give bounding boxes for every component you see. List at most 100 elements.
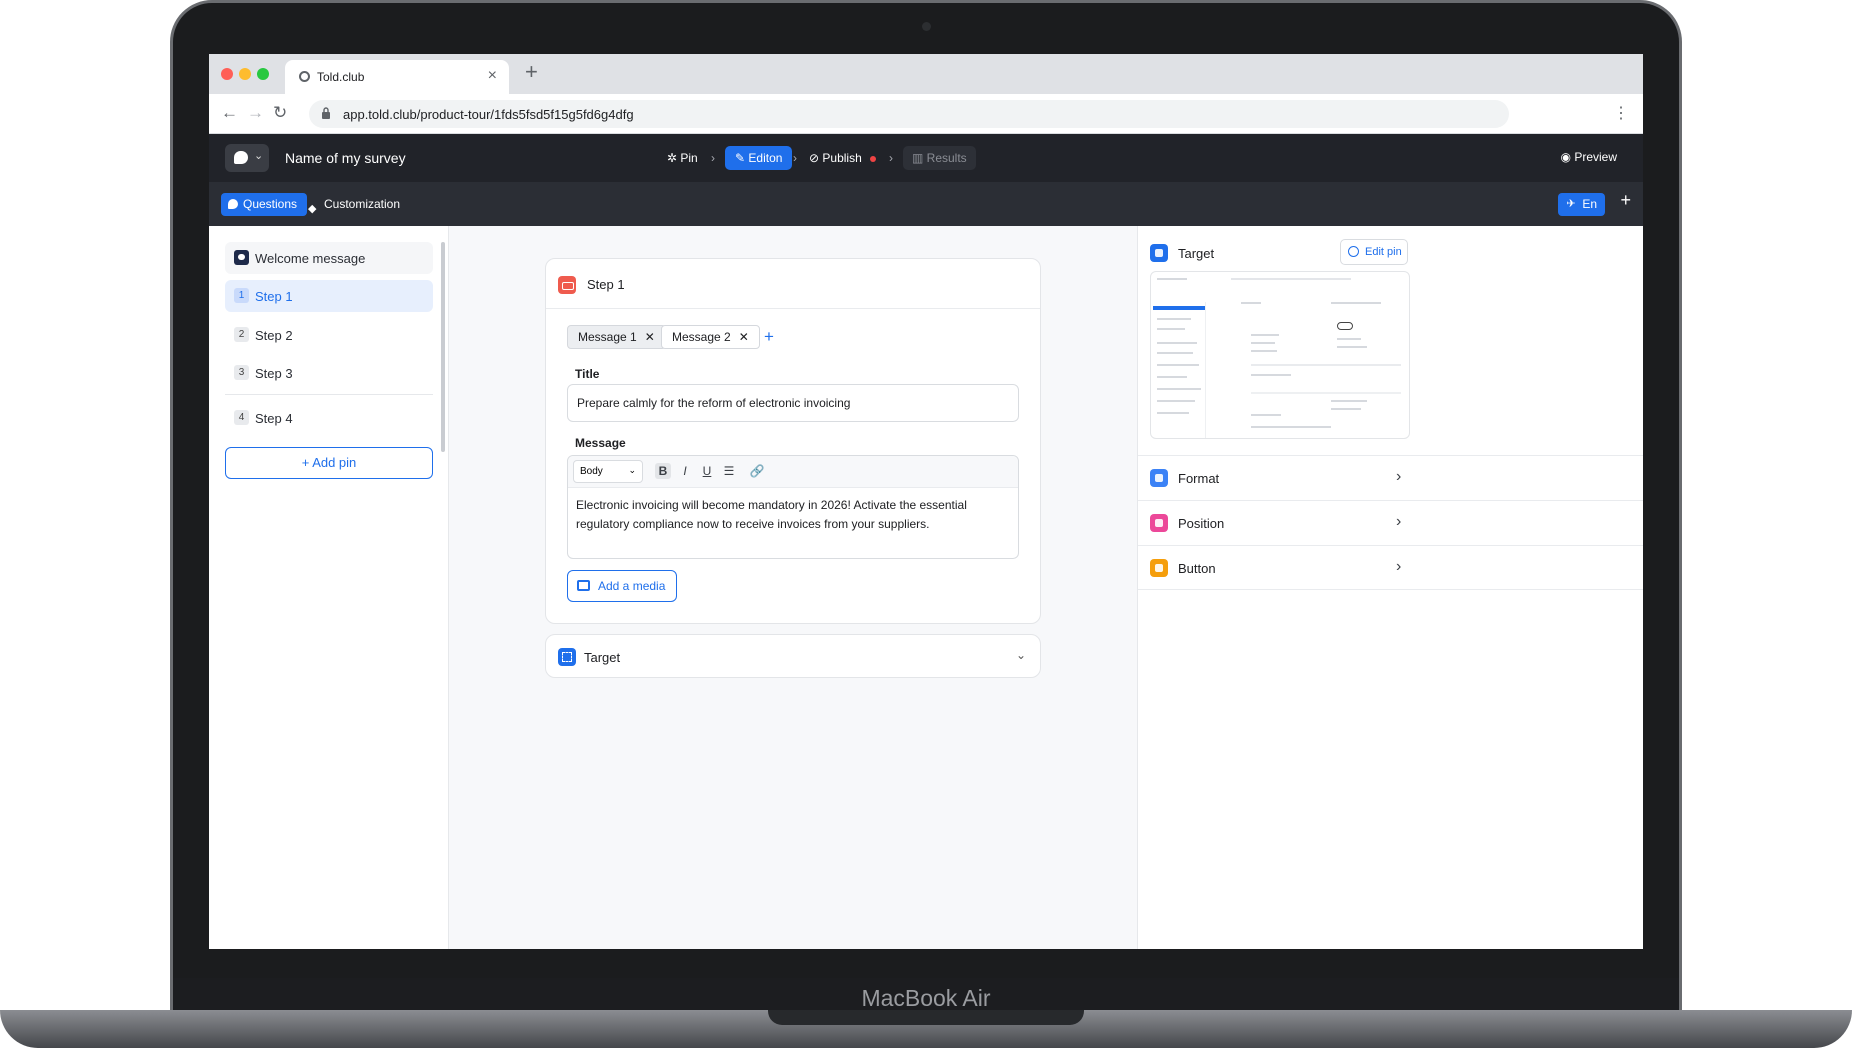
survey-name[interactable]: Name of my survey bbox=[285, 150, 406, 166]
thumb-line bbox=[1331, 302, 1381, 304]
layout-icon bbox=[1150, 469, 1168, 487]
new-tab-button[interactable]: + bbox=[525, 59, 538, 85]
text-style-select[interactable]: Body ⌄ bbox=[573, 460, 643, 483]
close-icon[interactable]: ✕ bbox=[739, 330, 749, 344]
browser-menu-icon[interactable]: ⋮ bbox=[1613, 103, 1629, 123]
tab-questions[interactable]: Questions bbox=[221, 193, 308, 216]
reload-icon[interactable]: ↻ bbox=[273, 103, 287, 123]
thumb-line bbox=[1241, 302, 1261, 304]
thumb-line bbox=[1337, 346, 1367, 348]
target-preview-thumbnail[interactable] bbox=[1150, 271, 1410, 439]
target-section[interactable]: Target ⌄ bbox=[545, 634, 1041, 678]
back-icon[interactable]: ← bbox=[221, 103, 238, 123]
thumb-line bbox=[1157, 342, 1197, 344]
thumb-line bbox=[1157, 376, 1187, 378]
sidebar-item-label: Step 2 bbox=[255, 328, 293, 343]
target-icon bbox=[558, 648, 576, 666]
thumb-line bbox=[1251, 414, 1281, 416]
sidebar-item-step-4[interactable]: 4 Step 4 bbox=[225, 402, 433, 434]
sidebar-item-label: Step 3 bbox=[255, 366, 293, 381]
message-chip-1[interactable]: Message 1 ✕ bbox=[567, 325, 666, 349]
language-button[interactable]: ✈ En bbox=[1558, 193, 1605, 216]
sidebar-item-step-2[interactable]: 2 Step 2 bbox=[225, 319, 433, 351]
chevron-down-icon: ⌄ bbox=[254, 150, 264, 162]
thumb-line bbox=[1251, 374, 1291, 376]
move-icon bbox=[1150, 514, 1168, 532]
url-text: app.told.club/product-tour/1fds5fsd5f15g… bbox=[343, 107, 634, 122]
sidebar-scrollbar[interactable] bbox=[441, 242, 445, 452]
add-media-button[interactable]: Add a media bbox=[567, 570, 677, 602]
button-section[interactable]: Button › bbox=[1138, 545, 1643, 590]
title-label: Title bbox=[575, 367, 600, 381]
close-window-icon[interactable] bbox=[221, 68, 233, 80]
section-label: Button bbox=[1178, 561, 1216, 576]
forward-icon[interactable]: → bbox=[247, 103, 264, 123]
favicon-icon bbox=[299, 71, 310, 82]
thumb-logo bbox=[1337, 322, 1353, 330]
thumb-line bbox=[1157, 278, 1187, 280]
sidebar-divider bbox=[225, 394, 433, 395]
welcome-icon bbox=[234, 250, 249, 265]
workspace-menu-button[interactable]: ⌄ bbox=[225, 144, 269, 172]
step-title: Step 1 bbox=[587, 277, 625, 292]
step-edition[interactable]: ✎ Editon bbox=[725, 146, 793, 170]
add-pin-button[interactable]: + Add pin bbox=[225, 447, 433, 479]
message-editor[interactable]: Body ⌄ B I U ☰ 🔗 Electronic invoicing wil… bbox=[567, 455, 1019, 559]
add-message-button[interactable]: + bbox=[764, 327, 774, 347]
title-field[interactable]: Prepare calmly for the reform of electro… bbox=[567, 384, 1019, 422]
step-separator: › bbox=[711, 151, 715, 165]
step-separator: › bbox=[889, 151, 893, 165]
image-icon bbox=[577, 580, 590, 591]
step-results[interactable]: ▥ Results bbox=[903, 146, 976, 170]
close-icon[interactable]: ✕ bbox=[645, 330, 655, 344]
maximize-window-icon[interactable] bbox=[257, 68, 269, 80]
add-language-button[interactable]: + bbox=[1620, 190, 1631, 211]
step-number: 1 bbox=[234, 288, 249, 303]
thumb-line bbox=[1157, 328, 1185, 330]
link-button[interactable]: 🔗 bbox=[749, 463, 765, 479]
thumb-line bbox=[1157, 318, 1191, 320]
target-circle-icon bbox=[1348, 246, 1359, 257]
position-section[interactable]: Position › bbox=[1138, 500, 1643, 545]
sidebar-item-label: Welcome message bbox=[255, 251, 366, 266]
sidebar-item-step-1[interactable]: 1 Step 1 bbox=[225, 280, 433, 312]
tab-customization[interactable]: ◆ Customization bbox=[308, 193, 400, 216]
thumb-line bbox=[1251, 350, 1277, 352]
thumb-line bbox=[1337, 338, 1361, 340]
preview-button[interactable]: ◉ Preview bbox=[1560, 150, 1617, 164]
step-pin[interactable]: ✲ Pin bbox=[667, 146, 698, 170]
message-chip-2[interactable]: Message 2 ✕ bbox=[661, 325, 760, 349]
message-text[interactable]: Electronic invoicing will become mandato… bbox=[576, 496, 1006, 534]
target-title: Target bbox=[1178, 246, 1215, 261]
sidebar-item-welcome[interactable]: Welcome message bbox=[225, 242, 433, 274]
chevron-right-icon: › bbox=[1396, 468, 1402, 485]
section-label: Position bbox=[1178, 516, 1225, 531]
thumb-line bbox=[1331, 400, 1367, 402]
device-label: MacBook Air bbox=[861, 985, 991, 1011]
bold-button[interactable]: B bbox=[655, 463, 671, 479]
browser-tab[interactable]: Told.club × bbox=[285, 60, 509, 94]
sidebar-item-step-3[interactable]: 3 Step 3 bbox=[225, 357, 433, 389]
italic-button[interactable]: I bbox=[677, 463, 693, 479]
message-label: Message bbox=[575, 436, 626, 450]
app-header: ⌄ Name of my survey ✲ Pin › ✎ Editon › ⊘… bbox=[209, 134, 1643, 182]
underline-button[interactable]: U bbox=[699, 463, 715, 479]
device-stage: MacBook Air Told.club × + ← → ↻ app.told… bbox=[0, 0, 1852, 1048]
edit-pin-button[interactable]: Edit pin bbox=[1340, 239, 1408, 265]
chevron-down-icon: ⌄ bbox=[628, 465, 636, 475]
thumb-line bbox=[1157, 412, 1189, 414]
format-section[interactable]: Format › bbox=[1138, 455, 1643, 500]
thumb-line bbox=[1331, 408, 1361, 410]
tab-title: Told.club bbox=[317, 70, 365, 84]
thumb-line bbox=[1251, 392, 1401, 394]
minimize-window-icon[interactable] bbox=[239, 68, 251, 80]
unpublished-dot bbox=[869, 155, 876, 162]
step-number: 2 bbox=[234, 327, 249, 342]
close-tab-icon[interactable]: × bbox=[488, 67, 497, 85]
lock-icon bbox=[322, 107, 330, 119]
list-button[interactable]: ☰ bbox=[721, 463, 737, 479]
url-field[interactable]: app.told.club/product-tour/1fds5fsd5f15g… bbox=[309, 100, 1509, 128]
told-logo-icon bbox=[234, 151, 248, 164]
step-publish[interactable]: ⊘ Publish bbox=[809, 146, 876, 170]
pin-icon: ✈ bbox=[1566, 198, 1576, 210]
